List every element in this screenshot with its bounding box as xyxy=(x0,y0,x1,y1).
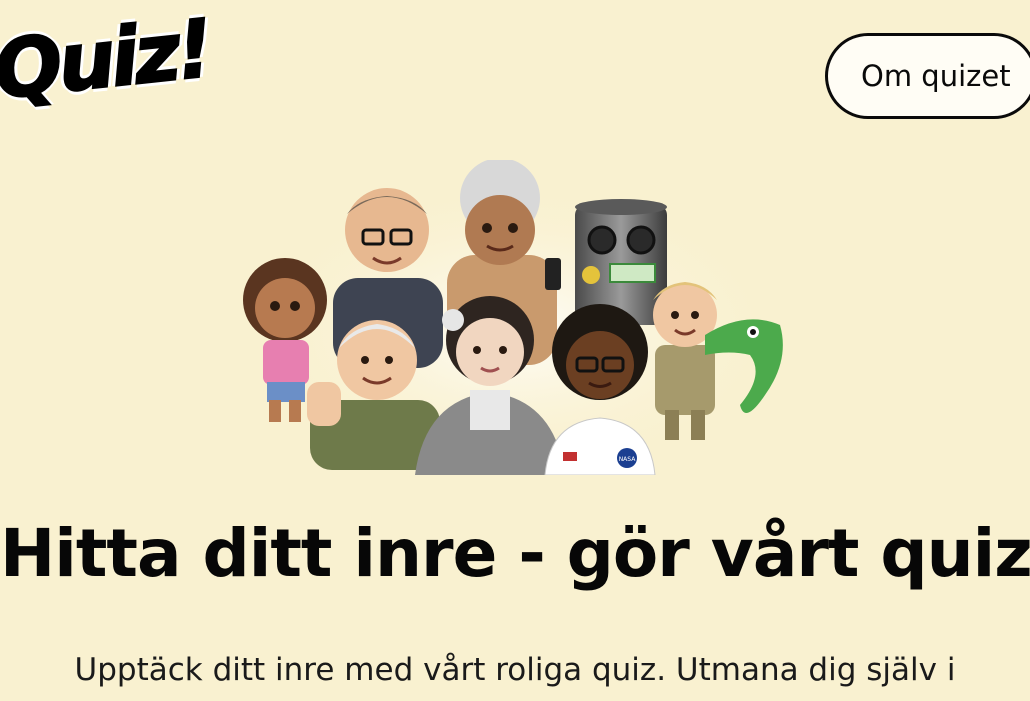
about-quiz-button[interactable]: Om quizet xyxy=(825,33,1030,119)
nasa-badge: NASA xyxy=(619,456,637,463)
page-title: Hitta ditt inre - gör vårt quiz xyxy=(0,515,1030,592)
quiz-logo[interactable]: Quiz! xyxy=(0,1,215,118)
characters-group-image: NASA xyxy=(243,160,785,475)
hero-illustration: NASA xyxy=(225,160,805,475)
about-quiz-button-label: Om quizet xyxy=(861,59,1011,93)
page-subtitle: Upptäck ditt inre med vårt roliga quiz. … xyxy=(74,652,956,688)
landing-page: Quiz! Om quizet NASA Hitta ditt inre - g… xyxy=(0,0,1030,701)
